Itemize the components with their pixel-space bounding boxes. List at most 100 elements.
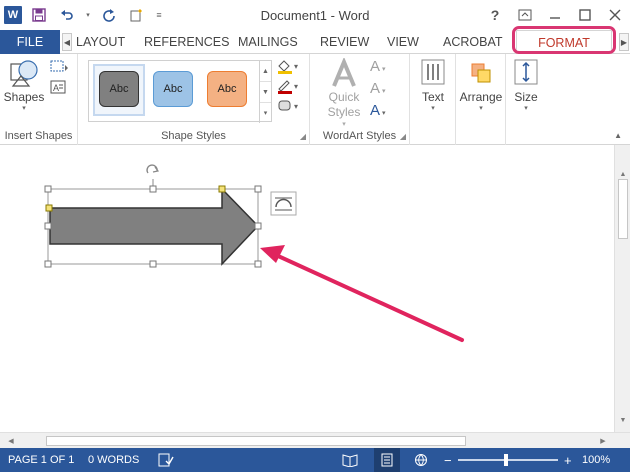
vertical-scrollbar[interactable]: ▲ ▼ — [614, 145, 630, 432]
shapes-icon — [10, 60, 38, 87]
svg-text:▾: ▾ — [294, 102, 298, 111]
shape-style-gray[interactable]: Abc — [99, 71, 139, 107]
minimize-icon[interactable] — [540, 2, 570, 28]
insert-shapes-label: Insert Shapes — [4, 130, 73, 142]
ribbon-display-icon[interactable] — [510, 2, 540, 28]
scroll-left-icon[interactable]: ◀ — [4, 433, 18, 449]
tab-format[interactable]: FORMAT — [516, 30, 612, 55]
horizontal-scrollbar[interactable]: ◀ ▶ — [0, 432, 630, 448]
ribbon: Shapes ▾ A Insert Shapes Abc Abc Abc ▲ ▼… — [0, 54, 630, 145]
zoom-out-icon[interactable]: − — [444, 448, 452, 472]
tabs-scroll-right-icon[interactable]: ▶ — [619, 33, 629, 51]
group-size: Size ▾ — [506, 54, 546, 145]
shapes-button[interactable]: Shapes ▾ — [4, 58, 44, 112]
text-dropdown-icon: ▾ — [431, 105, 435, 112]
svg-text:▾: ▾ — [294, 62, 298, 71]
arrange-icon — [471, 63, 491, 83]
vertical-scroll-thumb[interactable] — [618, 179, 628, 239]
tab-mailings[interactable]: MAILINGS — [238, 30, 298, 54]
tab-references[interactable]: REFERENCES — [144, 30, 229, 54]
right-arrow-shape[interactable] — [49, 187, 260, 266]
zoom-slider[interactable] — [458, 459, 558, 461]
read-mode-icon[interactable] — [342, 448, 358, 472]
scroll-down-icon[interactable]: ▼ — [615, 413, 630, 427]
text-button[interactable]: Text ▾ — [414, 58, 452, 112]
shape-styles-launcher-icon[interactable]: ◢ — [300, 132, 306, 141]
text-fill-icon[interactable]: A ▾ — [370, 58, 385, 75]
shape-style-orange[interactable]: Abc — [207, 71, 247, 107]
tab-review[interactable]: REVIEW — [320, 30, 369, 54]
zoom-level[interactable]: 100% — [582, 448, 610, 472]
rotate-handle-icon[interactable] — [146, 164, 160, 189]
svg-text:▾: ▾ — [294, 82, 298, 91]
tab-file[interactable]: FILE — [0, 30, 60, 54]
gallery-scroll: ▲ ▼ ▾ — [259, 61, 271, 123]
document-canvas[interactable] — [0, 145, 630, 432]
gallery-up-icon[interactable]: ▲ — [260, 61, 271, 82]
web-layout-icon[interactable] — [414, 448, 428, 472]
text-effects-icon[interactable]: A ▾ — [370, 102, 385, 119]
save-icon[interactable] — [28, 4, 50, 26]
new-document-icon[interactable] — [126, 4, 148, 26]
text-label: Text — [421, 90, 444, 104]
text-box-icon[interactable]: A — [50, 80, 66, 97]
undo-dropdown-icon[interactable]: ▾ — [84, 4, 92, 26]
proofing-icon[interactable] — [158, 448, 174, 472]
word-logo-icon: W — [4, 6, 22, 24]
size-label: Size — [514, 90, 538, 104]
quick-access-toolbar: W ▾ ≡ — [4, 4, 164, 26]
shape-effects-icon[interactable]: ▾ — [276, 98, 302, 117]
group-text: Text ▾ — [410, 54, 456, 145]
shape-styles-label: Shape Styles — [161, 130, 226, 142]
tab-layout[interactable]: LAYOUT — [76, 30, 125, 54]
annotation-arrow — [260, 245, 464, 342]
tab-view[interactable]: VIEW — [387, 30, 419, 54]
help-icon[interactable]: ? — [480, 2, 510, 28]
size-dropdown-icon: ▾ — [524, 105, 528, 112]
gallery-more-icon[interactable]: ▾ — [260, 103, 271, 123]
status-bar: PAGE 1 OF 1 0 WORDS − + 100% — [0, 448, 630, 472]
layout-options-icon[interactable] — [270, 191, 297, 216]
quick-styles-button[interactable]: Quick Styles ▾ — [322, 58, 366, 128]
quick-styles-label: Quick Styles — [327, 90, 361, 119]
shape-styles-gallery: Abc Abc Abc ▲ ▼ ▾ — [88, 60, 272, 123]
print-layout-icon[interactable] — [374, 448, 400, 472]
shapes-dropdown-icon: ▾ — [22, 105, 26, 112]
shape-outline-icon[interactable]: ▾ — [276, 78, 302, 97]
zoom-in-icon[interactable]: + — [564, 448, 572, 472]
tabs-scroll-left-icon[interactable]: ◀ — [62, 33, 72, 51]
collapse-ribbon-icon[interactable]: ▲ — [614, 131, 622, 140]
arrange-button[interactable]: Arrange ▾ — [458, 58, 504, 112]
size-button[interactable]: Size ▾ — [508, 58, 544, 112]
svg-text:A: A — [53, 83, 59, 93]
redo-icon[interactable] — [98, 4, 120, 26]
arrange-dropdown-icon: ▾ — [479, 105, 483, 112]
arrange-label: Arrange — [459, 90, 503, 104]
wordart-styles-label: WordArt Styles — [322, 130, 397, 142]
close-icon[interactable] — [600, 2, 630, 28]
group-insert-shapes: Shapes ▾ A Insert Shapes — [0, 54, 78, 145]
quick-styles-dropdown-icon: ▾ — [342, 121, 346, 128]
page-count[interactable]: PAGE 1 OF 1 — [8, 448, 74, 472]
text-direction-icon — [421, 59, 445, 85]
gallery-down-icon[interactable]: ▼ — [260, 82, 271, 103]
maximize-icon[interactable] — [570, 2, 600, 28]
horizontal-scroll-thumb[interactable] — [46, 436, 466, 446]
tab-acrobat[interactable]: ACROBAT — [443, 30, 503, 54]
shape-fill-icon[interactable]: ▾ — [276, 58, 302, 77]
customize-qat-icon[interactable]: ≡ — [154, 4, 164, 26]
shapes-label: Shapes — [3, 90, 45, 104]
window-controls: ? — [480, 2, 630, 28]
group-wordart-styles: Quick Styles ▾ A ▾ A ▾ A ▾ WordArt Style… — [310, 54, 410, 145]
scroll-right-icon[interactable]: ▶ — [596, 433, 610, 449]
word-count[interactable]: 0 WORDS — [88, 448, 139, 472]
wordart-launcher-icon[interactable]: ◢ — [400, 132, 406, 141]
ribbon-tabs: FILE ◀ LAYOUT REFERENCES MAILINGS REVIEW… — [0, 30, 630, 55]
text-outline-icon[interactable]: A ▾ — [370, 80, 385, 97]
group-arrange: Arrange ▾ — [456, 54, 506, 145]
shape-style-blue[interactable]: Abc — [153, 71, 193, 107]
edit-shape-icon[interactable] — [50, 59, 70, 76]
zoom-slider-thumb[interactable] — [504, 454, 508, 466]
title-bar: W ▾ ≡ Document1 - Word ? — [0, 0, 630, 30]
undo-icon[interactable] — [56, 4, 78, 26]
